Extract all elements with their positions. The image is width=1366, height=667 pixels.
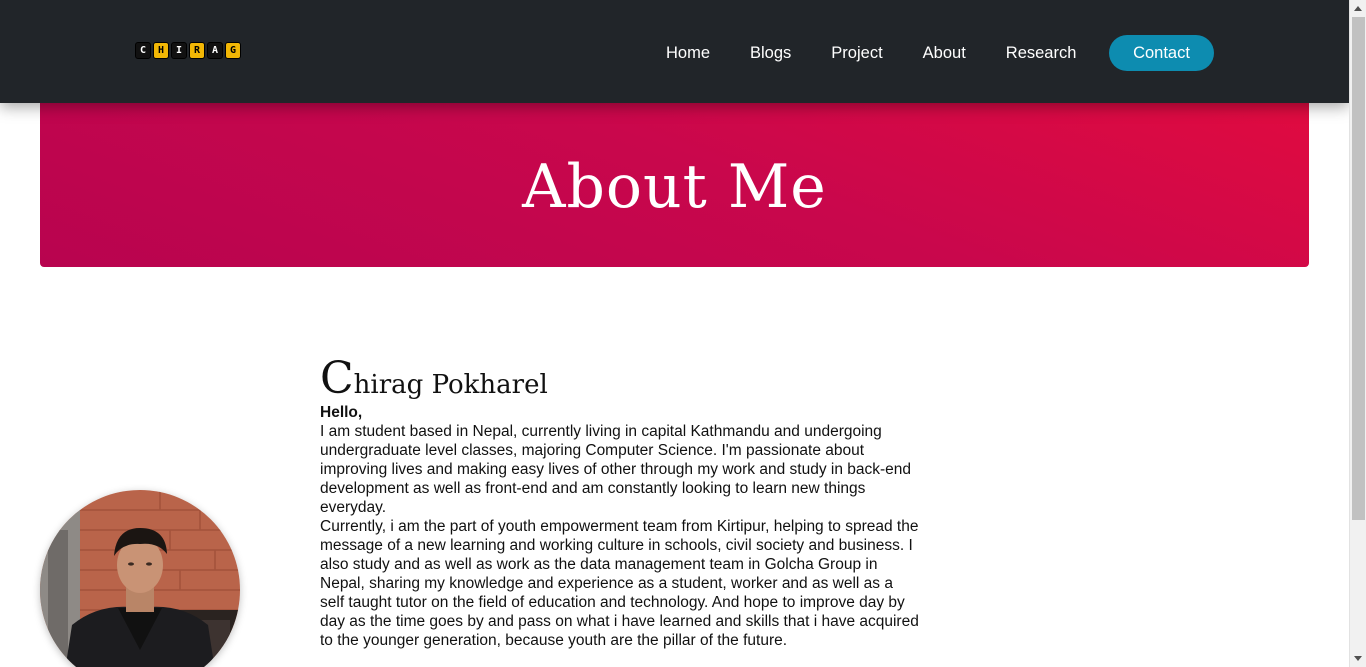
hero-banner: About Me [40, 103, 1309, 267]
about-content: Chirag Pokharel Hello, I am student base… [320, 355, 920, 650]
scroll-down-arrow-icon[interactable] [1354, 656, 1362, 661]
vertical-scrollbar[interactable] [1349, 0, 1366, 667]
name-initial: C [320, 353, 354, 404]
about-paragraph-1: I am student based in Nepal, currently l… [320, 423, 912, 516]
logo-letter: G [225, 42, 241, 59]
profile-avatar [40, 490, 240, 667]
scrollbar-thumb[interactable] [1352, 17, 1365, 520]
profile-photo [40, 490, 240, 667]
nav-menu: Home Blogs Project About Research [646, 35, 1096, 71]
greeting: Hello, [320, 404, 363, 421]
logo-letter: C [135, 42, 151, 59]
site-logo[interactable]: C H I R A G [135, 42, 241, 59]
nav-link-project[interactable]: Project [811, 35, 902, 71]
logo-letter: R [189, 42, 205, 59]
profile-name: Chirag Pokharel [320, 355, 920, 403]
hero-title: About Me [522, 151, 827, 222]
nav-link-research[interactable]: Research [986, 35, 1097, 71]
logo-letter: A [207, 42, 223, 59]
about-text: Hello, I am student based in Nepal, curr… [320, 403, 920, 650]
nav-link-home[interactable]: Home [646, 35, 730, 71]
name-rest: hirag Pokharel [353, 370, 548, 400]
navbar: C H I R A G Home Blogs Project About Res… [0, 0, 1349, 103]
nav-link-blogs[interactable]: Blogs [730, 35, 811, 71]
scroll-up-arrow-icon[interactable] [1354, 6, 1362, 11]
nav-link-about[interactable]: About [903, 35, 986, 71]
logo-letter: I [171, 42, 187, 59]
about-paragraph-2: Currently, i am the part of youth empowe… [320, 518, 919, 649]
logo-letter: H [153, 42, 169, 59]
contact-button[interactable]: Contact [1109, 35, 1214, 71]
page: C H I R A G Home Blogs Project About Res… [0, 0, 1349, 667]
